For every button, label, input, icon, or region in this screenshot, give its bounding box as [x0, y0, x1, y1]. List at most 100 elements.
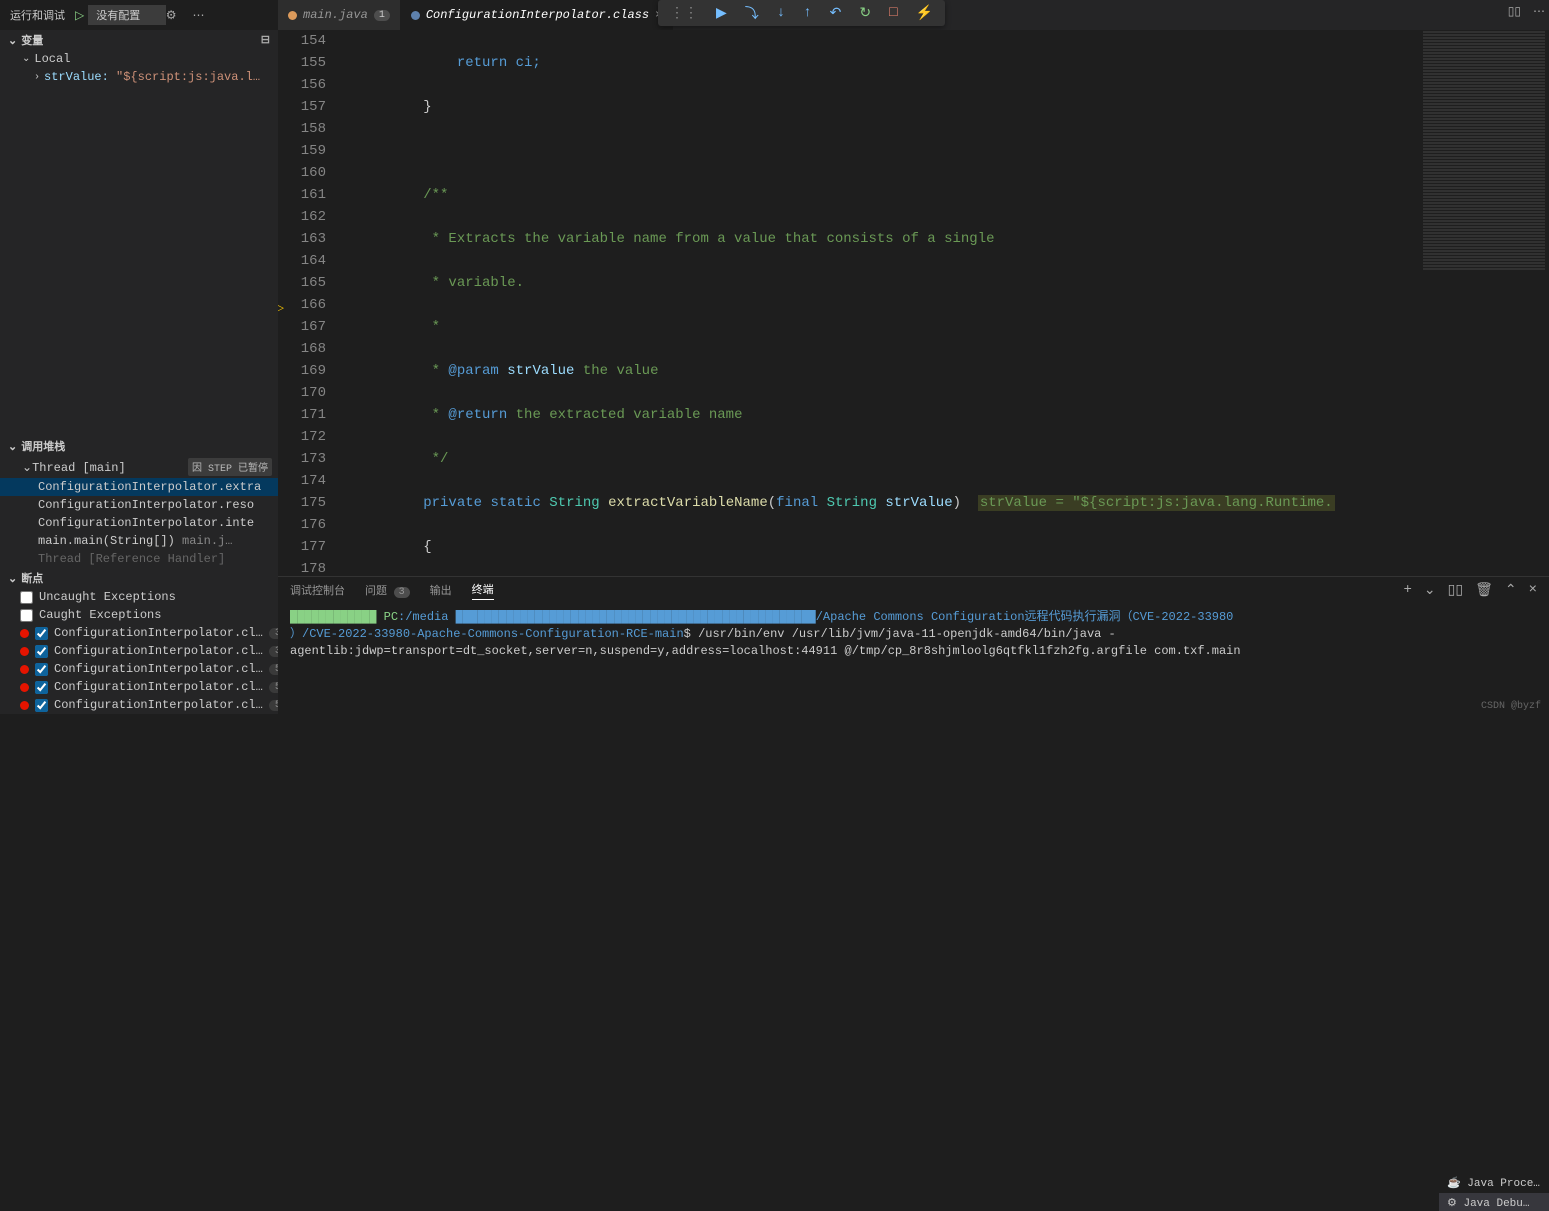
breakpoint-icon: [20, 647, 29, 656]
collapse-icon[interactable]: ⊟: [261, 33, 270, 47]
frame-label: ConfigurationInterpolator.inte: [38, 516, 254, 530]
step-over-icon[interactable]: ⤵: [737, 3, 767, 23]
java-icon: [288, 11, 297, 20]
stop-icon[interactable]: □: [881, 5, 905, 21]
exec-marker-icon: ▷: [278, 298, 284, 312]
step-into-icon[interactable]: ↓: [769, 5, 793, 21]
bp-file: ConfigurationInterpolator.cl…: [54, 698, 263, 712]
bp-file: ConfigurationInterpolator.cl…: [54, 680, 263, 694]
chevron-down-icon: ⌄: [8, 36, 17, 48]
chevron-down-icon: ⌄: [8, 442, 17, 454]
bp-label: Uncaught Exceptions: [39, 590, 176, 604]
bp-checkbox[interactable]: [35, 663, 48, 676]
new-terminal-icon[interactable]: +: [1404, 582, 1412, 599]
drag-handle-icon[interactable]: ⋮⋮: [662, 5, 706, 22]
chevron-down-icon: ⌄: [22, 53, 30, 65]
callstack-title: 调用堆栈: [21, 442, 65, 454]
terminal-output[interactable]: ████████████ PC:/media █████████████████…: [278, 603, 1549, 666]
stack-frame[interactable]: ConfigurationInterpolator.extra: [0, 478, 278, 496]
bp-line: 507: [269, 664, 278, 675]
stack-frame-extra[interactable]: Thread [Reference Handler]: [0, 550, 278, 568]
breakpoint-icon: [20, 701, 29, 710]
debug-sidebar: ⌄ 变量 ⊟ ⌄Local › strValue: "${script:js:ja…: [0, 30, 278, 714]
frame-label: main.main(String[]): [38, 534, 175, 548]
chevron-down-icon: ⌄: [22, 461, 32, 475]
continue-icon[interactable]: ▶: [708, 5, 735, 22]
play-icon[interactable]: ▷: [71, 8, 88, 23]
stack-frame[interactable]: main.main(String[]) main.j…: [0, 532, 278, 550]
breakpoint-caught[interactable]: Caught Exceptions: [0, 606, 278, 624]
callstack-header[interactable]: ⌄ 调用堆栈: [0, 436, 278, 456]
bp-line: 510: [269, 682, 278, 693]
watermark: CSDN @byzf: [1481, 701, 1541, 712]
breakpoint-item[interactable]: ConfigurationInterpolator.cl… 507: [0, 660, 278, 678]
bp-line: 360: [269, 628, 278, 639]
tab-label: ConfigurationInterpolator.class: [426, 8, 649, 22]
bp-line: 365: [269, 646, 278, 657]
bp-line: 517: [269, 700, 278, 711]
bp-checkbox[interactable]: [35, 627, 48, 640]
more-actions-icon[interactable]: ⋯: [1533, 4, 1545, 19]
split-terminal-icon[interactable]: ▯▯: [1448, 582, 1463, 599]
breakpoint-item[interactable]: ConfigurationInterpolator.cl… 510: [0, 678, 278, 696]
variable-row[interactable]: › strValue: "${script:js:java.l…: [0, 68, 278, 86]
config-dropdown[interactable]: 没有配置: [88, 5, 166, 25]
code-lines: return ci; } /** * Extracts the variable…: [356, 30, 1419, 576]
maximize-icon[interactable]: ⌃: [1505, 582, 1517, 599]
frame-file: main.j…: [182, 534, 232, 548]
bp-checkbox[interactable]: [35, 681, 48, 694]
code-editor[interactable]: 154155156157158159160161162163164165▷166…: [278, 30, 1419, 576]
hot-code-icon[interactable]: ⚡: [907, 5, 940, 22]
tab-main-java[interactable]: main.java 1: [278, 0, 401, 30]
trash-icon[interactable]: 🗑: [1475, 582, 1493, 599]
split-editor-icon[interactable]: ▯▯: [1508, 4, 1521, 19]
step-out-icon[interactable]: ↑: [795, 5, 819, 21]
minimap[interactable]: [1419, 30, 1549, 576]
tab-terminal[interactable]: 终端: [472, 581, 494, 600]
tab-debug-console[interactable]: 调试控制台: [290, 582, 345, 598]
breakpoint-item[interactable]: ConfigurationInterpolator.cl… 365: [0, 642, 278, 660]
restart-icon[interactable]: ↻: [851, 5, 879, 22]
bp-checkbox[interactable]: [35, 699, 48, 712]
stack-frame[interactable]: ConfigurationInterpolator.inte: [0, 514, 278, 532]
stack-frame[interactable]: ConfigurationInterpolator.reso: [0, 496, 278, 514]
run-debug-label: 运行和调试: [4, 7, 71, 23]
side-java-proc[interactable]: ☕ Java Proce…: [1439, 1173, 1549, 1193]
frame-label: Thread [Reference Handler]: [38, 552, 225, 566]
breakpoints-header[interactable]: ⌄断点: [0, 568, 278, 588]
more-icon[interactable]: ⋯: [185, 8, 213, 23]
breakpoint-item[interactable]: ConfigurationInterpolator.cl… 360: [0, 624, 278, 642]
debug-toolbar: ⋮⋮ ▶ ⤵ ↓ ↑ ↶ ↻ □ ⚡: [658, 0, 945, 26]
breakpoint-item[interactable]: ConfigurationInterpolator.cl… 517: [0, 696, 278, 714]
tab-problems[interactable]: 问题 3: [365, 582, 410, 598]
scope-row[interactable]: ⌄Local: [0, 50, 278, 68]
bp-file: ConfigurationInterpolator.cl…: [54, 644, 263, 658]
bp-file: ConfigurationInterpolator.cl…: [54, 662, 263, 676]
line-gutter: 154155156157158159160161162163164165▷166…: [278, 30, 348, 576]
dropdown-icon[interactable]: ⌄: [1424, 582, 1436, 599]
tab-output[interactable]: 输出: [430, 582, 452, 598]
bp-checkbox[interactable]: [20, 609, 33, 622]
tab-config-interpolator[interactable]: ConfigurationInterpolator.class ×: [401, 0, 673, 30]
thread-name: Thread [main]: [32, 461, 126, 475]
thread-status: 因 STEP 已暂停: [188, 458, 272, 476]
bp-checkbox[interactable]: [35, 645, 48, 658]
bp-checkbox[interactable]: [20, 591, 33, 604]
breakpoint-uncaught[interactable]: Uncaught Exceptions: [0, 588, 278, 606]
problems-count: 3: [394, 587, 410, 598]
variables-title: 变量: [21, 36, 43, 48]
side-java-debug[interactable]: ⚙ Java Debu…: [1439, 1193, 1549, 1211]
tab-label: main.java: [303, 8, 368, 22]
chevron-down-icon: ⌄: [8, 574, 17, 586]
close-panel-icon[interactable]: ×: [1529, 582, 1537, 599]
modified-badge: 1: [374, 10, 390, 21]
breakpoint-icon: [20, 629, 29, 638]
thread-row[interactable]: ⌄Thread [main] 因 STEP 已暂停: [0, 456, 278, 478]
bp-file: ConfigurationInterpolator.cl…: [54, 626, 263, 640]
variables-header[interactable]: ⌄ 变量 ⊟: [0, 30, 278, 50]
frame-label: ConfigurationInterpolator.extra: [38, 480, 261, 494]
step-back-icon[interactable]: ↶: [822, 5, 850, 22]
terminal-panel: 调试控制台 问题 3 输出 终端 + ⌄ ▯▯ 🗑 ⌃ × ██████████…: [278, 576, 1549, 714]
class-icon: [411, 11, 420, 20]
breakpoint-icon: [20, 665, 29, 674]
